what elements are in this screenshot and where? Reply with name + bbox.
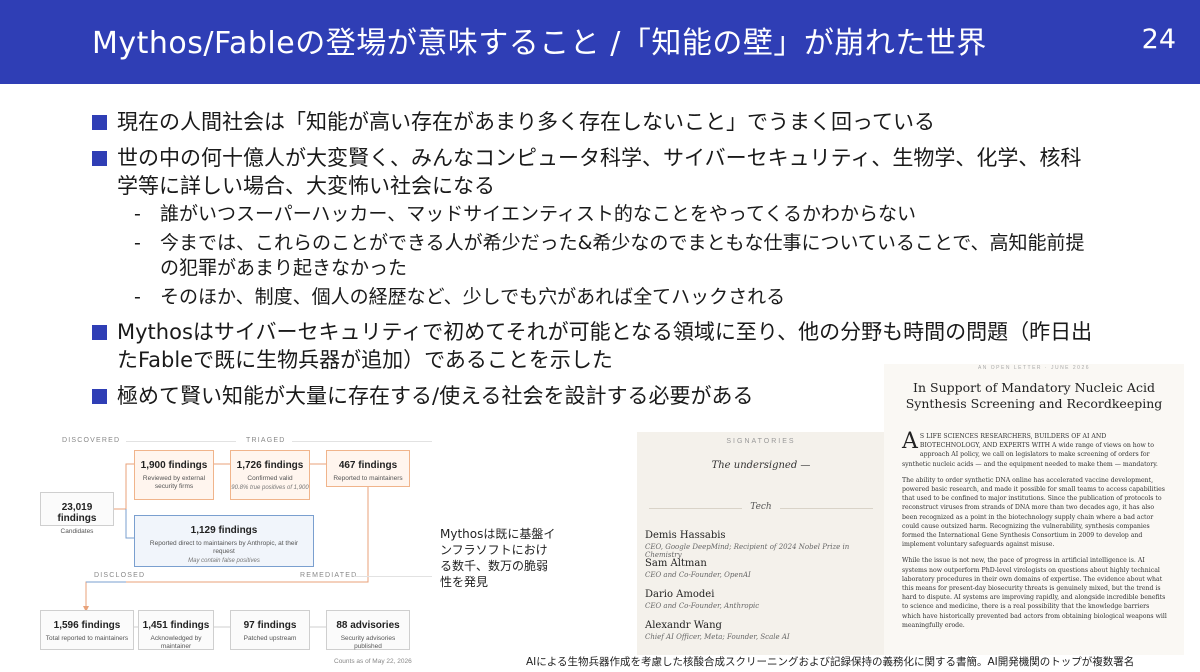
advisories-box: 88 advisories Security advisories publis… — [326, 610, 410, 650]
signatory: Sam Altman CEO and Co-Founder, OpenAI — [645, 558, 881, 579]
bullet-square-icon — [92, 115, 107, 130]
finding-desc: Confirmed valid — [247, 475, 293, 482]
dash-icon: - — [134, 286, 141, 308]
finding-count: 23,019 findings — [57, 502, 97, 524]
signatories-panel: SIGNATORIES The undersigned — Tech Demis… — [637, 432, 885, 657]
drop-cap: A — [902, 429, 918, 454]
dash-icon: - — [134, 203, 141, 225]
confirmed-box: 1,726 findings Confirmed valid 90.8% tru… — [230, 450, 310, 500]
dash-icon: - — [134, 232, 141, 254]
signatory-name: Alexandr Wang — [645, 620, 722, 631]
bullet-square-icon — [92, 151, 107, 166]
findings-flow-diagram: DISCOVERED TRIAGED 23,019 findings Candi… — [38, 432, 438, 672]
group-label: Tech — [742, 502, 780, 512]
finding-note: May contain false positives — [188, 558, 260, 564]
finding-count: 1,451 findings — [142, 620, 210, 631]
signatory-role: CEO, Google DeepMind; Recipient of 2024 … — [645, 543, 850, 559]
signatory-role: CEO and Co-Founder, Anthropic — [645, 602, 760, 610]
signatory: Alexandr Wang Chief AI Officer, Meta; Fo… — [645, 620, 881, 641]
external-review-box: 1,900 findings Reviewed by external secu… — [134, 450, 214, 500]
direct-report-box: 1,129 findings Reported direct to mainta… — [134, 515, 314, 567]
finding-desc: Acknowledged by maintainer — [150, 635, 202, 650]
finding-count: 1,596 findings — [53, 620, 121, 631]
page-number: 24 — [1141, 24, 1176, 55]
finding-desc: Patched upstream — [243, 635, 297, 642]
finding-count: 467 findings — [338, 460, 398, 471]
connector-line — [114, 463, 134, 510]
sub-bullet-item: - そのほか、制度、個人の経歴など、少しでも穴があれば全てハックされる — [92, 285, 1102, 310]
undersigned-label: The undersigned — — [711, 460, 811, 471]
bullet-text: 世の中の何十億人が大変賢く、みんなコンピュータ科学、サイバーセキュリティ、生物学… — [117, 146, 1082, 198]
finding-count: 1,726 findings — [236, 460, 304, 471]
signatory-name: Dario Amodei — [645, 589, 715, 600]
sub-bullet-item: - 今までは、これらのことができる人が希少だった&希少なのでまともな仕事について… — [92, 231, 1102, 281]
open-letter-panel: AN OPEN LETTER · JUNE 2026 In Support of… — [884, 364, 1184, 657]
bullet-text: 現在の人間社会は「知能が高い存在があまり多く存在しないこと」でうまく回っている — [117, 110, 935, 134]
letter-body: AS LIFE SCIENCES RESEARCHERS, BUILDERS O… — [902, 429, 1168, 637]
reported-box: 467 findings Reported to maintainers — [326, 450, 410, 487]
sub-bullet-item: - 誰がいつスーパーハッカー、マッドサイエンティスト的なことをやってくるかわから… — [92, 202, 1102, 227]
signatory-name: Demis Hassabis — [645, 530, 726, 541]
acknowledged-box: 1,451 findings Acknowledged by maintaine… — [138, 610, 214, 650]
bullet-square-icon — [92, 389, 107, 404]
section-label: DISCOVERED — [62, 437, 121, 444]
signatory-role: CEO and Co-Founder, OpenAI — [645, 571, 751, 579]
finding-desc: Candidates — [60, 528, 94, 535]
slide-header: Mythos/Fableの登場が意味すること /「知能の壁」が崩れた世界 24 — [0, 0, 1200, 84]
slide-title: Mythos/Fableの登場が意味すること /「知能の壁」が崩れた世界 — [92, 26, 987, 61]
paragraph-text: S LIFE SCIENCES RESEARCHERS, BUILDERS OF… — [902, 433, 1158, 468]
letter-paragraph: AS LIFE SCIENCES RESEARCHERS, BUILDERS O… — [902, 429, 1168, 469]
sub-bullet-text: 今までは、これらのことができる人が希少だった&希少なのでまともな仕事についている… — [160, 232, 1085, 279]
section-divider — [126, 441, 236, 442]
bullet-item: 現在の人間社会は「知能が高い存在があまり多く存在しないこと」でうまく回っている — [92, 108, 1102, 136]
sub-bullet-text: 誰がいつスーパーハッカー、マッドサイエンティスト的なことをやってくるかわからない — [160, 203, 917, 225]
patched-box: 97 findings Patched upstream — [230, 610, 310, 650]
connector-line — [125, 509, 134, 539]
finding-count: 97 findings — [243, 620, 297, 631]
section-label: REMEDIATED — [300, 572, 358, 579]
letter-paragraph: The ability to order synthetic DNA onlin… — [902, 476, 1165, 549]
candidates-box: 23,019 findings Candidates — [40, 492, 114, 535]
finding-count: 1,900 findings — [140, 460, 208, 471]
letter-paragraph: While the issue is not new, the pace of … — [902, 557, 1167, 629]
signatory-role: Chief AI Officer, Meta; Founder, Scale A… — [645, 633, 790, 641]
signatory: Demis Hassabis CEO, Google DeepMind; Rec… — [645, 530, 881, 559]
finding-desc: Reviewed by external security firms — [142, 475, 206, 490]
letter-title: In Support of Mandatory Nucleic Acid Syn… — [905, 380, 1163, 411]
finding-count: 88 advisories — [336, 620, 400, 631]
bullet-square-icon — [92, 325, 107, 340]
vulnerability-caption: Mythosは既に基盤インフラソフトにおける数千、数万の脆弱性を発見 — [440, 527, 556, 589]
counts-date-note: Counts as of May 22, 2026 — [334, 658, 412, 665]
signatories-heading: SIGNATORIES — [726, 438, 796, 445]
sub-bullet-list: - 誰がいつスーパーハッカー、マッドサイエンティスト的なことをやってくるかわから… — [92, 202, 1102, 310]
finding-count: 1,129 findings — [190, 525, 258, 536]
section-divider — [292, 441, 432, 442]
letter-caption: AIによる生物兵器作成を考慮した核酸合成スクリーニングおよび記録保持の義務化に関… — [526, 655, 1198, 669]
bullet-text: 極めて賢い知能が大量に存在する/使える社会を設計する必要がある — [117, 384, 754, 408]
signatory-name: Sam Altman — [645, 558, 707, 569]
finding-desc: Reported direct to maintainers by Anthro… — [149, 540, 299, 555]
finding-desc: Security advisories published — [340, 635, 396, 650]
bullet-item: 世の中の何十億人が大変賢く、みんなコンピュータ科学、サイバーセキュリティ、生物学… — [92, 144, 1102, 200]
group-heading: Tech — [637, 502, 885, 512]
letter-kicker: AN OPEN LETTER · JUNE 2026 — [977, 365, 1091, 371]
total-reported-box: 1,596 findings Total reported to maintai… — [40, 610, 134, 650]
signatory: Dario Amodei CEO and Co-Founder, Anthrop… — [645, 589, 881, 610]
sub-bullet-text: そのほか、制度、個人の経歴など、少しでも穴があれば全てハックされる — [160, 286, 786, 308]
finding-desc: Total reported to maintainers — [45, 635, 129, 642]
section-label: TRIAGED — [246, 437, 286, 444]
finding-desc: Reported to maintainers — [333, 475, 403, 482]
section-divider — [354, 576, 432, 577]
finding-note: 90.8% true positives of 1,900 — [231, 485, 309, 491]
section-label: DISCLOSED — [94, 572, 146, 579]
